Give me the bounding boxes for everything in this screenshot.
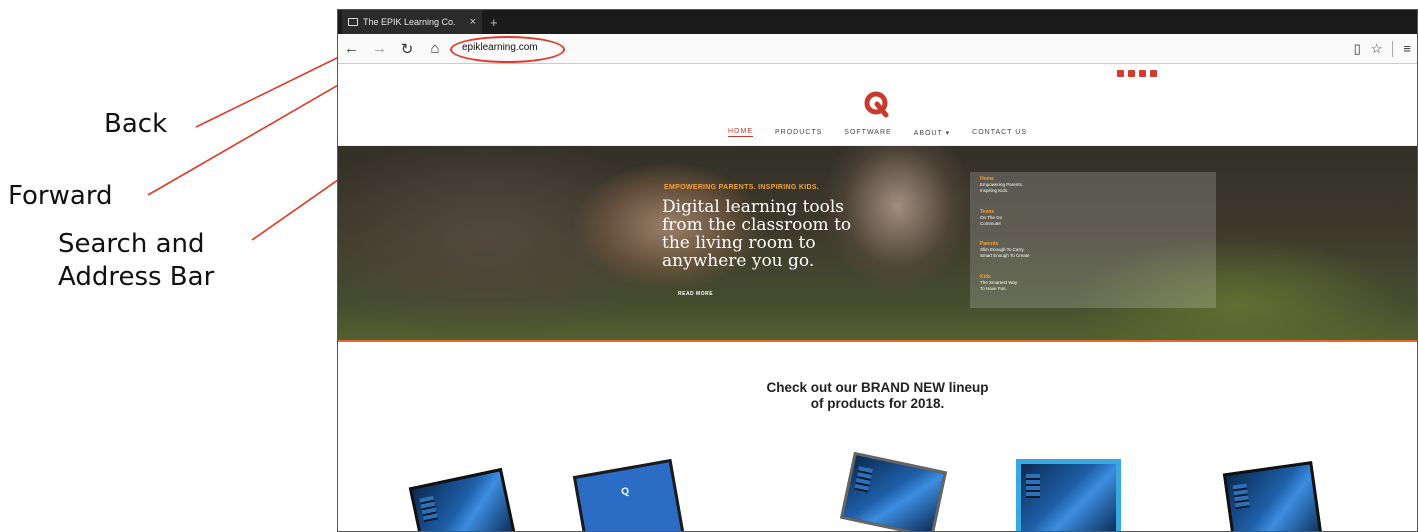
panel-item-parents[interactable]: Parents Slim Enough To Carry. Smart Enou… [980, 241, 1070, 258]
panel-item-desc: Smart Enough To Create [980, 252, 1030, 258]
hero-headline-line4: anywhere you go. [662, 251, 815, 271]
laptop-screen [408, 467, 517, 531]
reading-view-icon[interactable]: ▯ [1354, 41, 1361, 57]
browser-window: The EPIK Learning Co. × + ← → ↻ ⌂ epikle… [337, 9, 1418, 532]
tab-page-icon [348, 18, 358, 26]
new-tab-icon[interactable]: + [490, 15, 498, 30]
forward-icon[interactable]: → [372, 40, 387, 57]
promo-line1: Check out our BRAND NEW lineup [766, 380, 989, 395]
logo-mark-icon: Q [620, 485, 631, 499]
panel-item-desc: To Have Fun. [980, 285, 1007, 291]
menu-software[interactable]: SOFTWARE [844, 129, 891, 136]
promo-heading: Check out our BRAND NEW lineup of produc… [338, 380, 1417, 412]
menu-contact[interactable]: CONTACT US [972, 129, 1027, 136]
hero-kicker: EMPOWERING PARENTS. INSPIRING KIDS. [664, 184, 820, 191]
address-bar[interactable]: epiklearning.com [450, 35, 576, 63]
social-links [1117, 70, 1157, 77]
menu-about[interactable]: ABOUT ▾ [914, 129, 950, 137]
annotation-search-line1: Search and [58, 229, 205, 259]
navigation-bar: ← → ↻ ⌂ epiklearning.com ▯ ☆ ≡ [338, 34, 1417, 64]
product-laptop-1[interactable] [408, 455, 540, 531]
toolbar-divider [1392, 40, 1394, 57]
tab-title: The EPIK Learning Co. [363, 17, 456, 27]
annotation-back-label: Back [104, 109, 168, 139]
annotation-forward-label: Forward [8, 181, 113, 211]
promo-line2: of products for 2018. [810, 396, 945, 411]
tablet-screen [1016, 459, 1121, 531]
product-laptop-2[interactable]: Q [572, 455, 704, 531]
panel-item-home[interactable]: Home Empowering Parents. Inspiring Kids. [980, 176, 1070, 193]
panel-item-teens[interactable]: Teens On The Go Commuter [980, 209, 1070, 226]
menu-products[interactable]: PRODUCTS [775, 129, 822, 136]
back-icon[interactable]: ← [344, 40, 359, 57]
browser-menu-icon[interactable]: ≡ [1403, 41, 1411, 56]
refresh-icon[interactable]: ↻ [400, 40, 414, 58]
nav-right-tools: ▯ ☆ ≡ [1354, 40, 1411, 57]
hero-banner: EMPOWERING PARENTS. INSPIRING KIDS. Digi… [338, 146, 1417, 342]
product-tablet[interactable] [1218, 455, 1338, 531]
tab-bar: The EPIK Learning Co. × + [338, 10, 1417, 34]
address-highlight-ring [450, 35, 565, 63]
twitter-icon[interactable] [1150, 70, 1157, 77]
product-laptop-3[interactable] [808, 451, 948, 531]
hero-headline-line3: the living room to [662, 233, 816, 253]
read-more-link[interactable]: READ MORE [678, 291, 713, 297]
home-icon[interactable]: ⌂ [428, 40, 442, 57]
annotation-search-line2: Address Bar [58, 261, 215, 292]
hero-headline-line2: from the classroom to [662, 215, 852, 235]
product-tablet-kids[interactable] [1006, 455, 1136, 531]
instagram-icon[interactable] [1139, 70, 1146, 77]
annotation-search-label: Search and Address Bar [58, 228, 258, 293]
epik-logo-icon[interactable] [862, 90, 890, 118]
hero-headline: Digital learning tools from the classroo… [662, 198, 902, 270]
laptop-screen: Q [572, 458, 686, 531]
back-pointer-line [195, 53, 346, 128]
start-tiles [1026, 474, 1040, 498]
facebook-icon[interactable] [1117, 70, 1124, 77]
menu-home[interactable]: HOME [728, 128, 753, 137]
panel-item-kids[interactable]: Kids The Smartest Way To Have Fun. [980, 274, 1070, 291]
tablet-screen [1222, 461, 1324, 531]
panel-item-desc: Commuter [980, 220, 1002, 226]
youtube-icon[interactable] [1128, 70, 1135, 77]
hero-headline-line1: Digital learning tools [662, 197, 845, 217]
laptop-screen [839, 451, 948, 531]
tab-close-icon[interactable]: × [470, 16, 476, 28]
favorite-star-icon[interactable]: ☆ [1371, 41, 1383, 57]
site-menu: HOME PRODUCTS SOFTWARE ABOUT ▾ CONTACT U… [338, 120, 1417, 146]
browser-tab[interactable]: The EPIK Learning Co. × [342, 10, 482, 34]
panel-item-desc: Inspiring Kids. [980, 187, 1009, 193]
